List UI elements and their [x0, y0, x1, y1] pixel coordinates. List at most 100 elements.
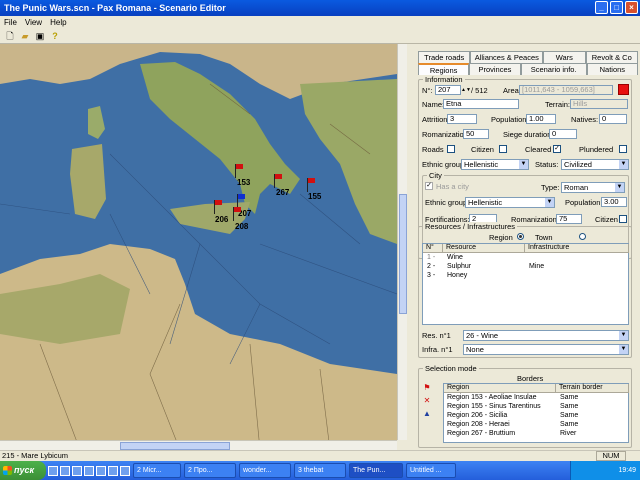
taskbar-item[interactable]: wonder...	[239, 463, 291, 478]
taskbar-item[interactable]: Untitled ...	[406, 463, 456, 478]
flag-mode-icon[interactable]: ⚑	[422, 383, 432, 393]
resources-list[interactable]: N° Resource Infrastructure 1 - Wine 2 - …	[422, 243, 629, 325]
table-row-region[interactable]: Region 153 - Aeoliae Insulae	[447, 394, 537, 401]
taskbar-item[interactable]: 3 thebat	[294, 463, 346, 478]
quicklaunch-icon[interactable]	[48, 465, 58, 476]
new-file-icon[interactable]: 🗋	[4, 30, 16, 42]
region-flag-153[interactable]	[234, 164, 244, 178]
tab-provinces[interactable]: Provinces	[469, 63, 521, 75]
citizen-label: Citizen	[471, 145, 494, 154]
cleared-label: Cleared	[525, 145, 552, 154]
city-type-select[interactable]: Roman ▼	[561, 182, 625, 193]
region-number-input[interactable]: 207	[435, 85, 461, 95]
quicklaunch-icon[interactable]	[60, 465, 70, 476]
resources-group: Resources / Infrastructures Region Town …	[418, 222, 632, 358]
table-row-resource[interactable]: Wine	[447, 254, 463, 261]
city-ethnic-select[interactable]: Hellenistic ▼	[465, 197, 555, 208]
col-header-infrastructure[interactable]: Infrastructure	[525, 244, 629, 253]
region-name-input[interactable]: Etna	[443, 99, 519, 109]
ethnic-group-select[interactable]: Hellenistic ▼	[461, 159, 529, 170]
col-header-number[interactable]: N°	[423, 244, 443, 253]
number-spinner-icon[interactable]: ▲▼	[461, 85, 471, 95]
tab-row-2: Regions Provinces Scenario info. Nations	[418, 63, 638, 75]
menu-file[interactable]: File	[4, 18, 17, 27]
close-button[interactable]: ×	[625, 1, 638, 14]
attrition-input[interactable]: 3	[447, 114, 477, 124]
chevron-down-icon: ▼	[619, 160, 628, 169]
flag-label-155: 155	[308, 192, 322, 201]
region-flag-207[interactable]	[236, 194, 246, 208]
scroll-thumb[interactable]	[399, 194, 407, 314]
siege-duration-input[interactable]: 0	[549, 129, 577, 139]
taskbar-item[interactable]: 2 Micr...	[133, 463, 181, 478]
region-flag-206[interactable]	[213, 200, 223, 214]
quicklaunch-icon[interactable]	[108, 465, 118, 476]
status-select[interactable]: Civilized ▼	[561, 159, 629, 170]
table-row-resource[interactable]: Sulphur	[447, 263, 471, 270]
city-romanization-input[interactable]: 75	[556, 214, 582, 224]
region-flag-208[interactable]	[232, 207, 242, 221]
table-row-resource[interactable]: Honey	[447, 272, 467, 279]
romanization-input[interactable]: 50	[463, 129, 489, 139]
map-horizontal-scrollbar[interactable]	[0, 440, 397, 450]
quicklaunch-icon[interactable]	[84, 465, 94, 476]
region-color-swatch[interactable]	[618, 84, 629, 95]
region-flag-267[interactable]	[273, 174, 283, 188]
tab-alliances[interactable]: Alliances & Peaces	[470, 51, 544, 63]
tab-regions[interactable]: Regions	[418, 63, 470, 75]
town-radio[interactable]	[579, 233, 586, 240]
has-city-checkbox[interactable]: ✓	[425, 182, 433, 190]
city-citizen-checkbox[interactable]	[619, 215, 627, 223]
chevron-down-icon: ▼	[615, 183, 624, 192]
plundered-checkbox[interactable]	[619, 145, 627, 153]
quicklaunch-icon[interactable]	[96, 465, 106, 476]
roads-checkbox[interactable]	[447, 145, 455, 153]
borders-list[interactable]: Region Terrain border Region 153 - Aeoli…	[443, 383, 629, 443]
taskbar-item[interactable]: 2 Про...	[184, 463, 236, 478]
scroll-thumb[interactable]	[120, 442, 230, 450]
tab-nations[interactable]: Nations	[586, 63, 638, 75]
table-row-region[interactable]: Region 208 - Heraei	[447, 421, 510, 428]
citizen-checkbox[interactable]	[499, 145, 507, 153]
minimize-button[interactable]: _	[595, 1, 608, 14]
tab-wars[interactable]: Wars	[543, 51, 586, 63]
quicklaunch-icon[interactable]	[120, 465, 130, 476]
save-disk-icon[interactable]: ▣	[34, 30, 46, 42]
resource-select[interactable]: 26 - Wine ▼	[463, 330, 629, 341]
table-row-region[interactable]: Region 267 - Bruttium	[447, 430, 515, 437]
map-vertical-scrollbar[interactable]	[397, 44, 407, 440]
clock[interactable]: 19:49	[618, 467, 636, 474]
taskbar-item[interactable]: The Pun...	[349, 463, 403, 478]
table-row-region[interactable]: Region 206 - Sicilia	[447, 412, 507, 419]
natives-input[interactable]: 0	[599, 114, 627, 124]
table-row-number: 1 -	[427, 254, 436, 261]
help-question-icon[interactable]: ?	[49, 30, 61, 42]
tab-revolt[interactable]: Revolt & Co	[585, 51, 638, 63]
menu-view[interactable]: View	[25, 18, 42, 27]
col-header-region[interactable]: Region	[444, 384, 556, 393]
population-label: Population:	[491, 115, 529, 124]
population-input[interactable]: 1.00	[526, 114, 556, 124]
region-flag-155[interactable]	[306, 178, 316, 192]
cleared-checkbox[interactable]: ✓	[553, 145, 561, 153]
tab-scenario-info[interactable]: Scenario info.	[520, 63, 587, 75]
col-header-terrain-border[interactable]: Terrain border	[556, 384, 629, 393]
city-population-label: Population:	[565, 198, 603, 207]
map-view[interactable]: 153 267 155 206 207 208	[0, 44, 397, 450]
terrain-mode-icon[interactable]: ▲	[422, 409, 432, 419]
quicklaunch-icon[interactable]	[72, 465, 82, 476]
start-button[interactable]: пуск	[0, 461, 46, 480]
city-romanization-label: Romanization:	[511, 215, 559, 224]
menu-help[interactable]: Help	[50, 18, 66, 27]
table-row-region[interactable]: Region 155 - Sinus Tarentinus	[447, 403, 541, 410]
infrastructure-select[interactable]: None ▼	[463, 344, 629, 355]
maximize-button[interactable]: □	[610, 1, 623, 14]
delete-mode-icon[interactable]: ✕	[422, 396, 432, 406]
city-population-input[interactable]: 3.00	[601, 197, 627, 207]
chevron-down-icon: ▼	[619, 331, 628, 340]
col-header-resource[interactable]: Resource	[443, 244, 525, 253]
open-folder-icon[interactable]: ▰	[19, 30, 31, 42]
status-text: 215 - Mare Lybicum	[2, 451, 68, 460]
tab-trade-roads[interactable]: Trade roads	[418, 51, 471, 63]
region-radio[interactable]	[517, 233, 524, 240]
